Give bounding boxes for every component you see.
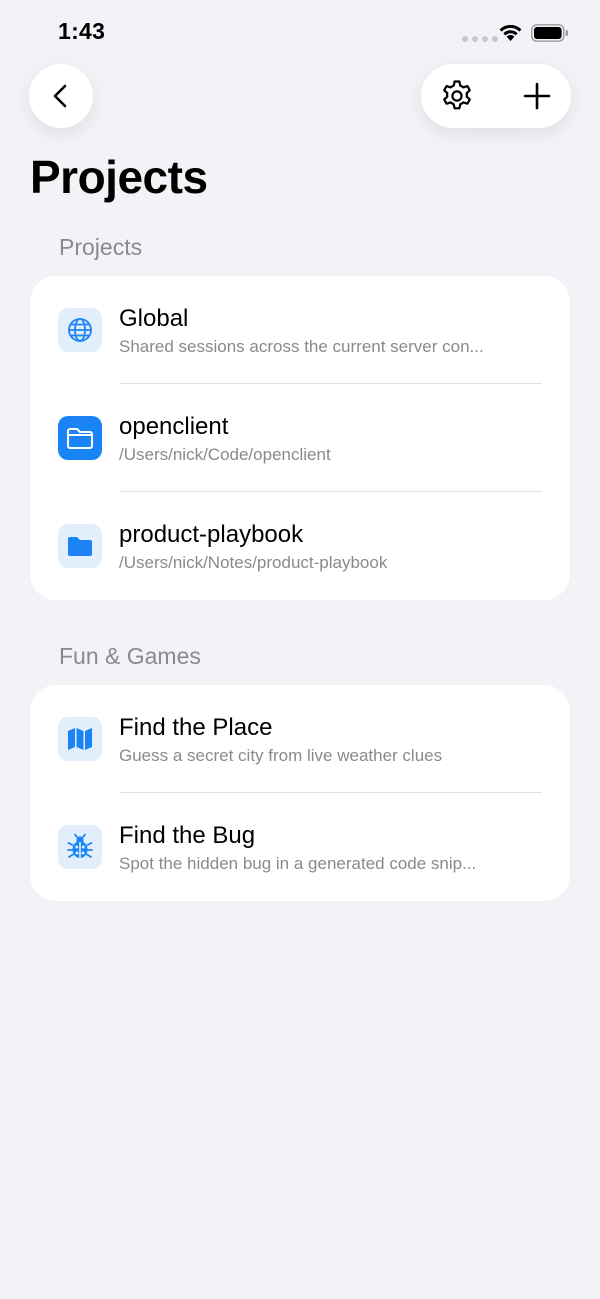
ladybug-icon (58, 825, 102, 869)
item-subtitle: /Users/nick/Code/openclient (119, 445, 331, 464)
wifi-icon (499, 24, 522, 41)
settings-button[interactable] (433, 72, 481, 120)
gear-icon (443, 80, 471, 110)
status-bar: 1:43 (0, 0, 600, 64)
list-item-product-playbook[interactable]: product-playbook /Users/nick/Notes/produ… (30, 492, 570, 600)
list-item-global[interactable]: Global Shared sessions across the curren… (30, 276, 570, 384)
projects-list: Global Shared sessions across the curren… (30, 276, 570, 600)
toolbar-pill (421, 64, 571, 128)
list-item-find-the-bug[interactable]: Find the Bug Spot the hidden bug in a ge… (30, 793, 570, 901)
item-title: Find the Place (119, 714, 273, 741)
add-project-button[interactable] (513, 72, 561, 120)
item-subtitle: Shared sessions across the current serve… (119, 337, 484, 356)
list-item-find-the-place[interactable]: Find the Place Guess a secret city from … (30, 685, 570, 793)
folder-icon (58, 416, 102, 460)
games-list: Find the Place Guess a secret city from … (30, 685, 570, 901)
folder-icon (58, 524, 102, 568)
cellular-signal-icon (462, 36, 498, 42)
projects-screen: 1:43 Projects Projects Global Shared ses… (0, 0, 600, 1299)
item-title: openclient (119, 413, 229, 440)
page-title: Projects (30, 151, 208, 203)
section-header-fun-games: Fun & Games (59, 643, 201, 669)
section-header-projects: Projects (59, 234, 143, 260)
status-time: 1:43 (58, 18, 106, 44)
chevron-left-icon (53, 84, 67, 108)
back-button[interactable] (29, 64, 93, 128)
item-title: Global (119, 305, 189, 332)
item-subtitle: /Users/nick/Notes/product-playbook (119, 553, 388, 572)
item-title: product-playbook (119, 521, 304, 548)
item-subtitle: Guess a secret city from live weather cl… (119, 746, 443, 765)
list-item-openclient[interactable]: openclient /Users/nick/Code/openclient (30, 384, 570, 492)
plus-icon (523, 82, 551, 110)
battery-icon (531, 24, 568, 42)
item-subtitle: Spot the hidden bug in a generated code … (119, 854, 477, 873)
map-icon (58, 717, 102, 761)
item-title: Find the Bug (119, 822, 256, 849)
globe-icon (58, 308, 102, 352)
